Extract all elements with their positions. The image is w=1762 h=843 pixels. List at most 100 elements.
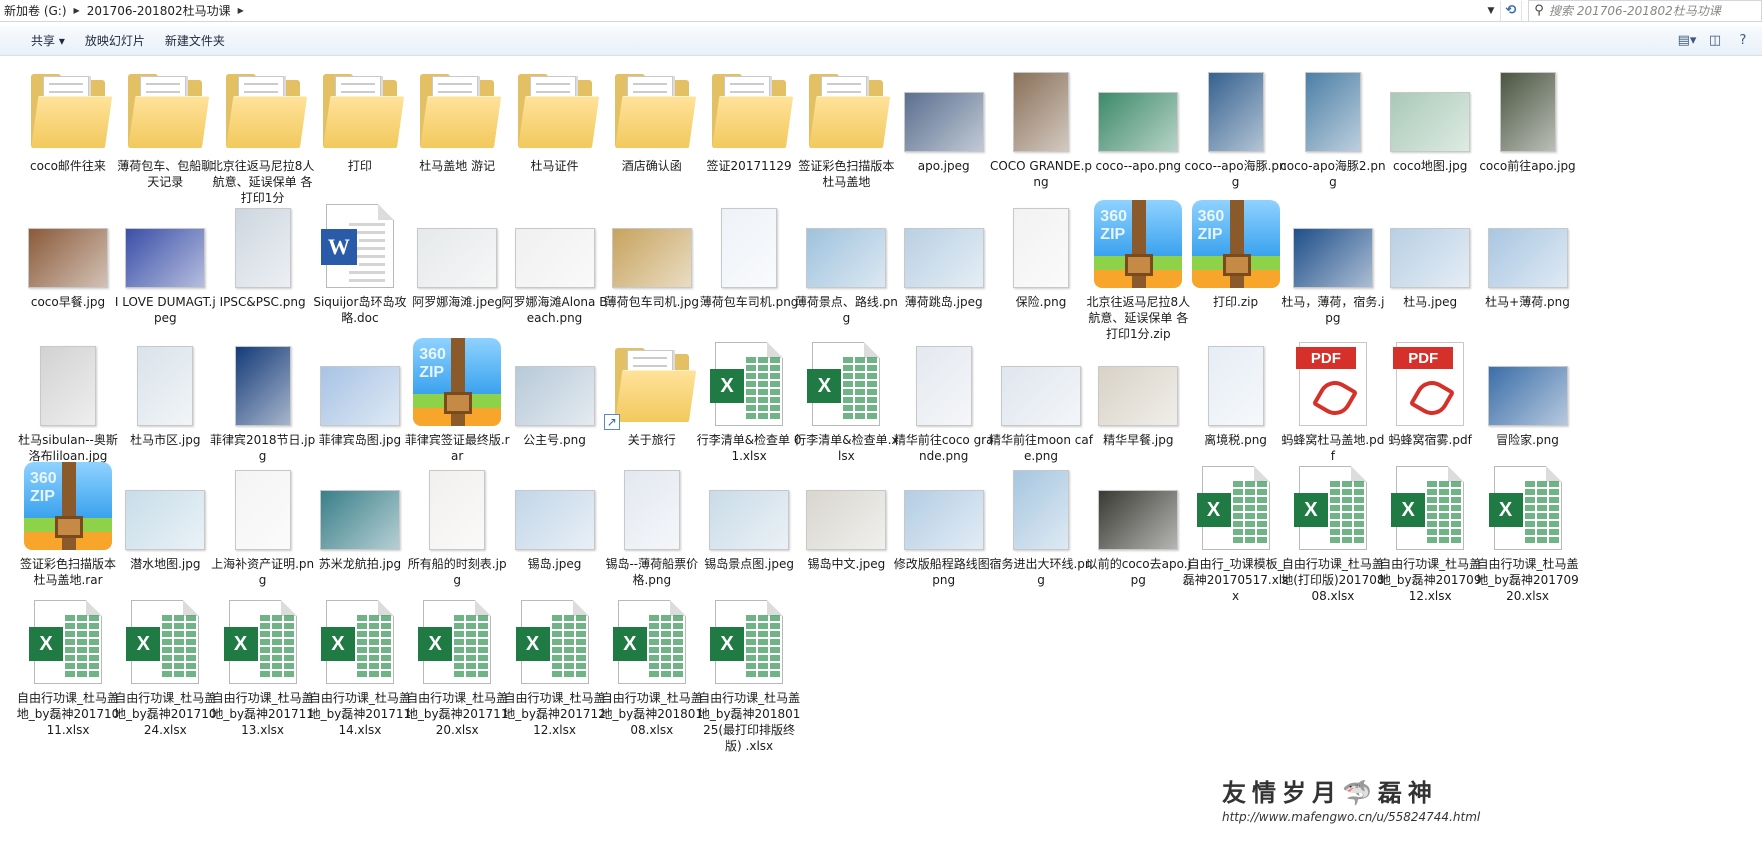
preview-pane-icon[interactable]: ◫ [1704,31,1726,51]
file-item[interactable]: X 自由行功课_杜马盖地_by磊神20180108.xlsx [599,592,705,738]
image-thumbnail-icon [1382,196,1478,292]
file-item[interactable]: coco早餐.jpg [15,196,121,310]
file-item[interactable]: coco-apo海豚2.png [1280,60,1386,190]
file-item[interactable]: coco--apo海豚.png [1183,60,1289,190]
image-thumbnail-icon [20,196,116,292]
file-item[interactable]: 精华前往moon cafe.png [988,334,1094,464]
file-name: coco-apo海豚2.png [1280,159,1386,189]
file-item[interactable]: X 行李清单&检查单 01.xlsx [696,334,802,464]
file-item[interactable]: COCO GRANDE.png [988,60,1094,190]
refresh-button[interactable]: ⟲ [1500,0,1522,21]
file-item[interactable]: X 自由行功课_杜马盖地_by磊神20171120.xlsx [404,592,510,738]
file-item[interactable]: 修改版船程路线图.png [891,458,997,588]
file-item[interactable]: 杜马盖地 游记 [404,60,510,174]
file-item[interactable]: 菲律宾岛图.jpg [307,334,413,448]
file-item[interactable]: coco地图.jpg [1377,60,1483,174]
file-item[interactable]: 杜马sibulan--奥斯洛布liloan.jpg [15,334,121,464]
image-thumbnail-icon [1188,60,1284,156]
file-item[interactable]: 锡岛中文.jpeg [793,458,899,572]
file-item[interactable]: 锡岛--薄荷船票价格.png [599,458,705,588]
breadcrumb-folder[interactable]: 201706-201802杜马功课 [83,2,235,19]
file-item[interactable]: 冒险家.png [1475,334,1581,448]
archive-file-icon: 360 ZIP [1188,196,1284,292]
file-item[interactable]: 苏米龙航拍.jpg [307,458,413,572]
file-item[interactable]: 精华早餐.jpg [1085,334,1191,448]
file-item[interactable]: 离境税.png [1183,334,1289,448]
file-item[interactable]: PDF 蚂蜂窝宿雾.pdf [1377,334,1483,448]
file-item[interactable]: X 自由行功课_杜马盖地_by磊神20171011.xlsx [15,592,121,738]
file-item[interactable]: X 自由行功课_杜马盖地_by磊神20180125(最打印排版终版) .xlsx [696,592,802,754]
file-item[interactable]: 上海补资产证明.png [210,458,316,588]
slideshow-button[interactable]: 放映幻灯片 [75,29,155,53]
file-item[interactable]: 薄荷景点、路线.png [793,196,899,326]
breadcrumb-drive[interactable]: 新加卷 (G:) [0,2,71,19]
file-item[interactable]: 公主号.png [502,334,608,448]
address-bar[interactable]: 新加卷 (G:) ▶ 201706-201802杜马功课 ▶ ▼ ⟲ ⚲ 搜索 … [0,0,1762,22]
file-name: Siquijor岛环岛攻略.doc [313,295,407,325]
file-name: I LOVE DUMAGT.jpeg [114,295,216,325]
file-item[interactable]: X 行李清单&检查单.xlsx [793,334,899,464]
file-item[interactable]: 360 ZIP 菲律宾签证最终版.rar [404,334,510,464]
file-item[interactable]: 锡岛景点图.jpeg [696,458,802,572]
file-item[interactable]: 薄荷跳岛.jpeg [891,196,997,310]
file-item[interactable]: 薄荷包车司机.jpg [599,196,705,310]
file-item[interactable]: 360 ZIP 北京往返马尼拉8人 航意、延误保单 各打印1分.zip [1085,196,1191,342]
file-item[interactable]: X 自由行功课_杜马盖地_by磊神20171114.xlsx [307,592,413,738]
file-name: 上海补资产证明.png [211,557,315,587]
file-item[interactable]: 北京往返马尼拉8人 航意、延误保单 各打印1分 [210,60,316,206]
file-item[interactable]: IPSC&PSC.png [210,196,316,310]
image-thumbnail-icon [117,196,213,292]
new-folder-button[interactable]: 新建文件夹 [155,29,235,53]
file-item[interactable]: X 自由行_功课模板_磊神20170517.xlsx [1183,458,1289,604]
file-item[interactable]: 杜马，薄荷，宿务.jpg [1280,196,1386,326]
help-icon[interactable]: ? [1732,31,1754,51]
breadcrumb-separator-icon[interactable]: ▶ [235,6,247,15]
image-thumbnail-icon [701,458,797,554]
file-item[interactable]: 阿罗娜海滩Alona Beach.png [502,196,608,326]
file-item[interactable]: ↗ 关于旅行 [599,334,705,448]
file-name: 签证彩色扫描版本 杜马盖地 [798,159,895,189]
image-thumbnail-icon [312,458,408,554]
file-item[interactable]: 菲律宾2018节日.jpg [210,334,316,464]
file-item[interactable]: 潜水地图.jpg [112,458,218,572]
file-item[interactable]: 以前的coco去apo.jpg [1085,458,1191,588]
file-item[interactable]: 酒店确认函 [599,60,705,174]
file-item[interactable]: X 自由行功课_杜马盖地_by磊神20170920.xlsx [1475,458,1581,604]
file-item[interactable]: 杜马.jpeg [1377,196,1483,310]
file-item[interactable]: 360 ZIP 签证彩色扫描版本 杜马盖地.rar [15,458,121,588]
file-item[interactable]: X 自由行功课_杜马盖地_by磊神20170912.xlsx [1377,458,1483,604]
file-item[interactable]: X 自由行功课_杜马盖地(打印版)20170808.xlsx [1280,458,1386,604]
share-button[interactable]: 共享 ▾ [21,29,75,53]
view-options-icon[interactable]: ▤▾ [1676,31,1698,51]
file-item[interactable]: 精华前往coco grande.png [891,334,997,464]
file-item[interactable]: 杜马+薄荷.png [1475,196,1581,310]
file-item[interactable]: 保险.png [988,196,1094,310]
file-item[interactable]: 薄荷包车司机.png [696,196,802,310]
file-item[interactable]: 阿罗娜海滩.jpeg [404,196,510,310]
file-item[interactable]: PDF 蚂蜂窝杜马盖地.pdf [1280,334,1386,464]
file-item[interactable]: X 自由行功课_杜马盖地_by磊神20171212.xlsx [502,592,608,738]
file-item[interactable]: apo.jpeg [891,60,997,174]
file-item[interactable]: 锡岛.jpeg [502,458,608,572]
file-item[interactable]: 杜马市区.jpg [112,334,218,448]
file-item[interactable]: 签证彩色扫描版本 杜马盖地 [793,60,899,190]
file-item[interactable]: 宿务进出大环线.png [988,458,1094,588]
image-thumbnail-icon [798,196,894,292]
file-item[interactable]: 360 ZIP 打印.zip [1183,196,1289,310]
file-item[interactable]: X 自由行功课_杜马盖地_by磊神20171113.xlsx [210,592,316,738]
file-name: 苏米龙航拍.jpg [318,557,402,571]
file-item[interactable]: 签证20171129 [696,60,802,174]
address-dropdown-icon[interactable]: ▼ [1482,6,1500,16]
file-item[interactable]: 薄荷包车、包船聊天记录 [112,60,218,190]
file-item[interactable]: coco--apo.png [1085,60,1191,174]
file-item[interactable]: 杜马证件 [502,60,608,174]
breadcrumb-separator-icon[interactable]: ▶ [71,6,83,15]
search-input[interactable]: ⚲ 搜索 201706-201802杜马功课 [1528,0,1762,22]
file-item[interactable]: I LOVE DUMAGT.jpeg [112,196,218,326]
file-item[interactable]: coco邮件往来 [15,60,121,174]
file-item[interactable]: 打印 [307,60,413,174]
file-item[interactable]: X 自由行功课_杜马盖地_by磊神20171024.xlsx [112,592,218,738]
file-item[interactable]: coco前往apo.jpg [1475,60,1581,174]
file-item[interactable]: W Siquijor岛环岛攻略.doc [307,196,413,326]
file-item[interactable]: 所有船的时刻表.jpg [404,458,510,588]
